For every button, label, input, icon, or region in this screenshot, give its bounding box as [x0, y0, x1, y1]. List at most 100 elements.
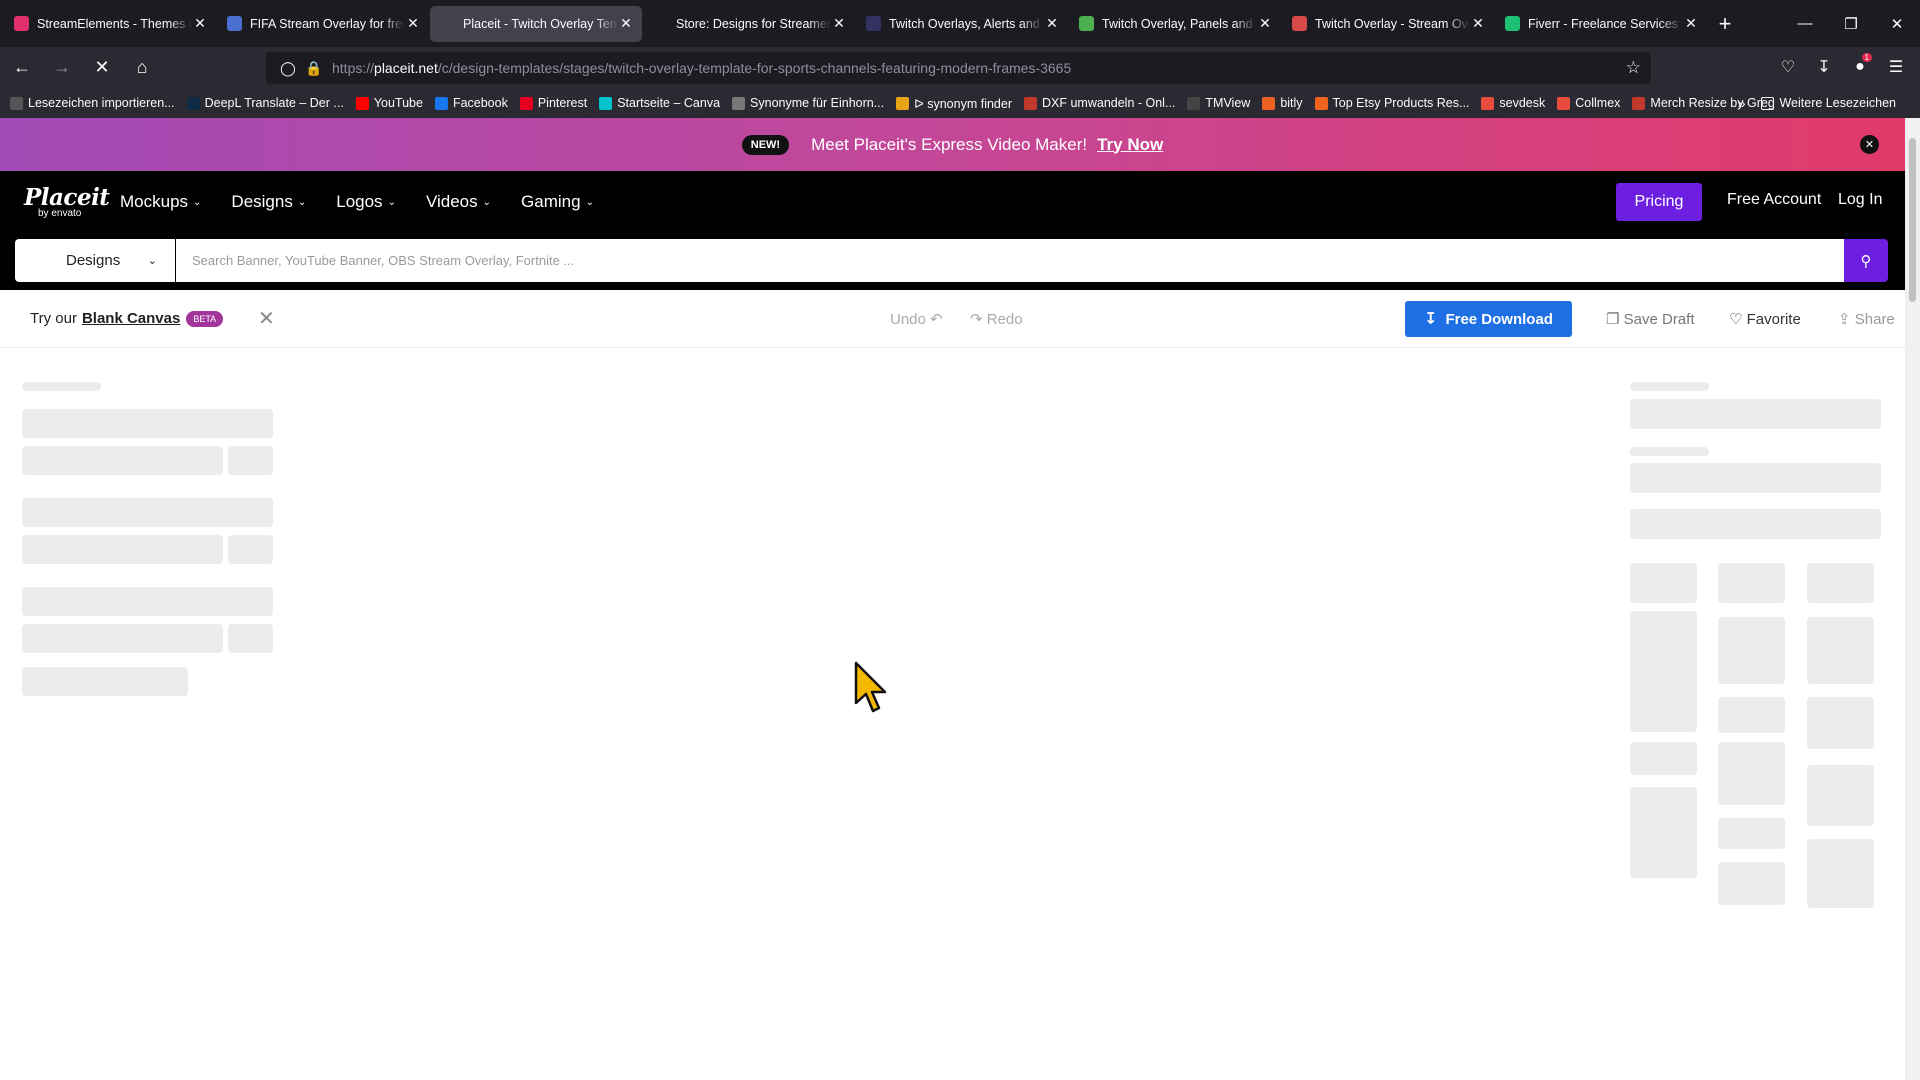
menu-icon[interactable]: ☰ [1878, 51, 1914, 83]
tracking-shield-icon[interactable]: ◯ [274, 60, 302, 77]
bookmark-item[interactable]: Facebook [434, 96, 508, 110]
menu-item-gaming[interactable]: Gaming ⌄ [521, 192, 594, 212]
save-draft-button[interactable]: ❐ Save Draft [1606, 310, 1695, 328]
free-account-link[interactable]: Free Account [1727, 191, 1821, 209]
bookmark-item[interactable]: Pinterest [519, 96, 587, 110]
close-window-icon[interactable]: ✕ [1874, 0, 1920, 47]
editor-toolbar: Try our Blank Canvas BETA ✕ Undo ↶ ↷ Red… [0, 290, 1905, 348]
extension-icon[interactable]: ● 1 [1842, 51, 1878, 83]
skeleton-thumb [1807, 563, 1874, 603]
skeleton-loader [1630, 382, 1709, 391]
skeleton-loader [22, 446, 223, 475]
bookmark-item[interactable]: TMView [1187, 96, 1250, 110]
pricing-button[interactable]: Pricing [1616, 183, 1702, 221]
close-icon[interactable]: ✕ [258, 306, 275, 331]
bookmark-item[interactable]: YouTube [355, 96, 423, 110]
menu-item-videos[interactable]: Videos ⌄ [426, 192, 491, 212]
bookmark-item[interactable]: DXF umwandeln - Onl... [1024, 96, 1175, 110]
free-download-button[interactable]: ↧ Free Download [1405, 301, 1572, 337]
try-now-link[interactable]: Try Now [1097, 135, 1163, 155]
bookmark-item[interactable]: Top Etsy Products Res... [1314, 96, 1469, 110]
placeit-logo[interactable]: Placeit by envato [24, 186, 110, 219]
skeleton-thumb [1807, 839, 1874, 908]
bookmark-item[interactable]: DeepL Translate – Der ... [186, 96, 344, 110]
new-tab-icon[interactable]: + [1708, 7, 1742, 41]
tab-favicon-icon [653, 16, 668, 31]
browser-tab[interactable]: Store: Designs for Streamers and✕ [643, 6, 855, 42]
share-button[interactable]: ⇪ Share [1838, 310, 1895, 328]
chevron-down-icon: ⌄ [297, 196, 307, 208]
main-menu: Mockups ⌄ Designs ⌄ Logos ⌄ Videos ⌄ Gaming ⌄ [120, 192, 624, 212]
address-bar[interactable]: ◯ 🔒 https://placeit.net/c/design-templat… [266, 52, 1651, 84]
browser-tab[interactable]: Twitch Overlay - Stream Overlays✕ [1282, 6, 1494, 42]
browser-tab[interactable]: Fiverr - Freelance Services Marketplace✕ [1495, 6, 1707, 42]
back-icon[interactable]: ← [4, 52, 40, 84]
page-content: NEW! Meet Placeit's Express Video Maker!… [0, 118, 1905, 1080]
bookmark-favicon-icon [732, 96, 746, 110]
browser-tab[interactable]: StreamElements - Themes gallery✕ [4, 6, 216, 42]
bookmark-item[interactable]: Lesezeichen importieren... [10, 96, 175, 110]
tab-title: FIFA Stream Overlay for free, Download [250, 16, 405, 31]
lock-icon[interactable]: 🔒 [302, 60, 326, 77]
browser-tab[interactable]: Twitch Overlays, Alerts and Graphics✕ [856, 6, 1068, 42]
bookmark-favicon-icon [1314, 96, 1328, 110]
skeleton-thumb [1807, 765, 1874, 826]
browser-tab-bar: StreamElements - Themes gallery✕FIFA Str… [0, 0, 1920, 47]
close-tab-icon[interactable]: ✕ [405, 15, 421, 32]
skeleton-loader [22, 382, 101, 391]
browser-tab[interactable]: FIFA Stream Overlay for free, Download✕ [217, 6, 429, 42]
search-input[interactable]: Search Banner, YouTube Banner, OBS Strea… [176, 239, 1844, 282]
bookmark-item[interactable]: Collmex [1557, 96, 1620, 110]
blank-canvas-link[interactable]: Blank Canvas [82, 310, 180, 327]
url-text[interactable]: https://placeit.net/c/design-templates/s… [332, 60, 1071, 76]
downloads-icon[interactable]: ↧ [1806, 51, 1842, 83]
bookmark-favicon-icon [10, 96, 23, 110]
bookmark-item[interactable]: bitly [1262, 96, 1303, 110]
close-promo-icon[interactable]: ✕ [1860, 135, 1879, 154]
bookmark-item[interactable]: ᐅ synonym finder [896, 96, 1012, 111]
category-select[interactable]: Designs ⌄ [15, 239, 175, 282]
forward-icon[interactable]: → [44, 52, 80, 84]
skeleton-loader [22, 498, 273, 527]
more-bookmarks-chevron-icon[interactable]: » [1738, 95, 1746, 111]
other-bookmarks-folder[interactable]: Weitere Lesezeichen [1761, 96, 1896, 110]
login-link[interactable]: Log In [1838, 191, 1882, 209]
beta-badge: BETA [186, 310, 224, 327]
undo-button[interactable]: Undo ↶ [890, 310, 943, 328]
bookmark-item[interactable]: Startseite – Canva [599, 96, 720, 110]
restore-icon[interactable]: ❐ [1828, 0, 1874, 47]
menu-item-mockups[interactable]: Mockups ⌄ [120, 192, 201, 212]
close-tab-icon[interactable]: ✕ [618, 15, 634, 32]
close-tab-icon[interactable]: ✕ [192, 15, 208, 32]
page-scrollbar[interactable] [1905, 118, 1920, 1080]
close-tab-icon[interactable]: ✕ [1470, 15, 1486, 32]
browser-tab[interactable]: Twitch Overlay, Panels and YouTube✕ [1069, 6, 1281, 42]
pocket-icon[interactable]: ♡ [1770, 51, 1806, 83]
skeleton-thumb [1718, 617, 1785, 684]
favorite-button[interactable]: ♡ Favorite [1729, 310, 1801, 328]
bookmark-item[interactable]: Synonyme für Einhorn... [732, 96, 884, 110]
bookmark-item[interactable]: sevdesk [1481, 96, 1545, 110]
close-tab-icon[interactable]: ✕ [1257, 15, 1273, 32]
menu-item-logos[interactable]: Logos ⌄ [336, 192, 396, 212]
stop-loading-icon[interactable]: ✕ [84, 52, 120, 84]
tab-title: Twitch Overlay, Panels and YouTube [1102, 16, 1257, 31]
chevron-down-icon: ⌄ [147, 255, 157, 267]
close-tab-icon[interactable]: ✕ [1044, 15, 1060, 32]
close-tab-icon[interactable]: ✕ [831, 15, 847, 32]
skeleton-loader [22, 535, 223, 564]
menu-item-designs[interactable]: Designs ⌄ [231, 192, 306, 212]
skeleton-loader [1630, 509, 1881, 539]
home-icon[interactable]: ⌂ [124, 52, 160, 84]
minimize-icon[interactable]: — [1782, 0, 1828, 47]
browser-tab[interactable]: Placeit - Twitch Overlay Template✕ [430, 5, 642, 42]
redo-button[interactable]: ↷ Redo [970, 310, 1023, 328]
skeleton-loader [22, 409, 273, 438]
blank-canvas-promo: Try our Blank Canvas BETA [30, 310, 224, 327]
close-tab-icon[interactable]: ✕ [1683, 15, 1699, 32]
search-button[interactable]: ⚲ [1844, 239, 1888, 282]
bookmark-star-icon[interactable]: ☆ [1626, 58, 1641, 78]
bookmark-favicon-icon [1024, 96, 1037, 110]
skeleton-loader [1630, 447, 1709, 456]
skeleton-loader [228, 535, 273, 564]
